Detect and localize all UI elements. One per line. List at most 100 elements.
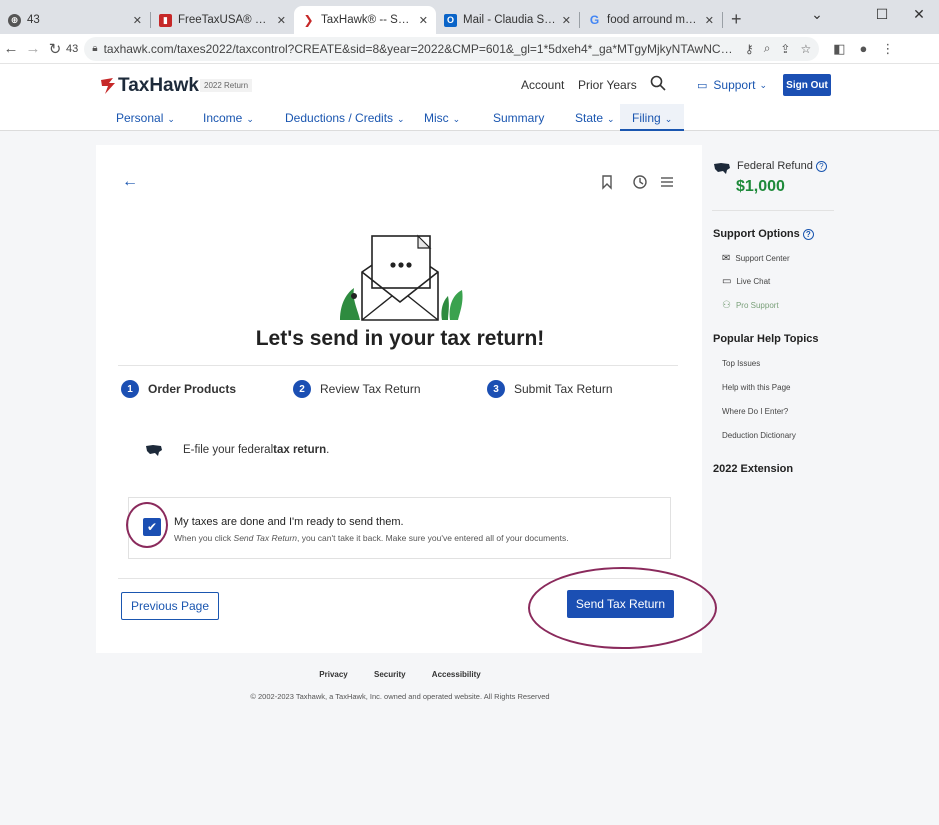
accessibility-link[interactable]: Accessibility	[432, 670, 481, 679]
main-nav: Personal ⌄ Income ⌄ Deductions / Credits ⌄ …	[0, 104, 939, 131]
pro-support-link[interactable]: ⚇ Pro Support	[722, 300, 779, 311]
heading-text: Support Options	[713, 228, 800, 240]
maximize-icon[interactable]: ☐	[862, 0, 902, 28]
url-bar[interactable]: 🔒︎ taxhawk.com/taxes2022/taxcontrol?CREA…	[84, 36, 820, 61]
list-menu-icon[interactable]	[658, 173, 676, 191]
nav-personal[interactable]: Personal ⌄	[116, 111, 175, 125]
globe-icon: ⊕	[8, 13, 21, 27]
menu-kebab-icon[interactable]: ⋮	[881, 41, 894, 57]
efile-text-bold: tax return	[273, 444, 327, 456]
close-window-icon[interactable]: ✕	[899, 0, 939, 28]
reload-icon[interactable]: ↻	[44, 40, 66, 58]
security-link[interactable]: Security	[374, 670, 406, 679]
help-link[interactable]: Top Issues	[722, 359, 760, 368]
chevron-down-icon: ⌄	[664, 114, 673, 124]
refund-amount: $1,000	[736, 178, 785, 195]
efile-text-pre: E-file your federal	[183, 444, 274, 456]
bookmark-icon[interactable]	[598, 173, 616, 191]
help-link[interactable]: Deduction Dictionary	[722, 431, 796, 440]
google-icon: G	[589, 13, 600, 27]
chevron-down-icon: ⌄	[452, 114, 461, 124]
efile-text-post: .	[326, 444, 330, 456]
search-icon[interactable]	[650, 75, 666, 91]
nav-income[interactable]: Income ⌄	[203, 111, 254, 125]
step-number: 3	[487, 380, 505, 398]
browser-tab[interactable]: G food arround me - Gc ✕	[580, 6, 722, 34]
nav-state[interactable]: State ⌄	[575, 111, 615, 125]
browser-address-bar: ← → ↻ 43 🔒︎ taxhawk.com/taxes2022/taxcon…	[0, 34, 939, 64]
step-label: Order Products	[148, 382, 237, 396]
close-icon[interactable]: ✕	[705, 14, 714, 27]
year-badge: 2022 Return	[200, 79, 253, 92]
support-options-heading: Support Options ?	[713, 228, 814, 240]
support-label: Support	[713, 78, 756, 92]
step-review-return: 2 Review Tax Return	[293, 380, 421, 398]
nav-label: Personal	[116, 111, 164, 125]
outlook-icon: O	[444, 13, 457, 27]
history-icon[interactable]	[631, 173, 649, 191]
step-submit-return: 3 Submit Tax Return	[487, 380, 613, 398]
help-icon[interactable]: ?	[815, 160, 827, 172]
extension-link[interactable]: 2022 Extension	[713, 463, 793, 475]
profile-icon[interactable]: ●	[860, 41, 868, 56]
support-center-link[interactable]: ✉ Support Center	[722, 253, 790, 264]
account-link[interactable]: Account	[521, 78, 564, 92]
help-link[interactable]: Help with this Page	[722, 383, 790, 392]
previous-page-button[interactable]: Previous Page	[121, 592, 219, 620]
close-icon[interactable]: ✕	[277, 14, 286, 27]
mail-icon: ✉	[722, 253, 731, 264]
site-header: TaxHawk 2022 Return Account Prior Years …	[0, 66, 939, 104]
privacy-link[interactable]: Privacy	[319, 670, 347, 679]
confirm-note: When you click Send Tax Return, you can'…	[174, 533, 569, 543]
live-chat-link[interactable]: ▭ Live Chat	[722, 276, 770, 287]
help-icon[interactable]: ?	[802, 228, 814, 240]
chevron-down-icon: ⌄	[246, 114, 254, 124]
browser-tab[interactable]: ⊕ 43 ✕	[0, 6, 150, 34]
back-arrow-icon[interactable]: ←	[122, 173, 138, 191]
back-icon[interactable]: ←	[0, 40, 22, 57]
prior-years-link[interactable]: Prior Years	[578, 78, 637, 92]
help-link[interactable]: Where Do I Enter?	[722, 407, 788, 416]
nav-label: Filing	[632, 111, 661, 125]
bookmark-star-icon[interactable]: ☆	[800, 42, 811, 56]
logo-text: TaxHawk	[118, 75, 199, 96]
efile-row: E-file your federal tax return.	[145, 443, 329, 457]
share-icon[interactable]: ⇪	[780, 42, 790, 56]
tab-title: FreeTaxUSA® FREE Ta	[178, 14, 271, 26]
page-title: Let's send in your tax return!	[255, 327, 545, 350]
nav-summary[interactable]: Summary	[493, 111, 544, 125]
url-text: taxhawk.com/taxes2022/taxcontrol?CREATE&…	[103, 41, 735, 56]
support-menu[interactable]: ▭ Support ⌄	[697, 78, 767, 92]
zoom-icon[interactable]: ⌕	[764, 41, 771, 56]
taxhawk-icon: ❯	[303, 13, 314, 27]
new-tab-button[interactable]: +	[731, 9, 742, 30]
envelope-illustration-icon	[340, 234, 463, 321]
forward-icon[interactable]: →	[22, 40, 44, 57]
close-icon[interactable]: ✕	[133, 14, 142, 27]
link-text: Support Center	[735, 254, 790, 263]
key-icon[interactable]: ⚷	[745, 42, 754, 56]
nav-misc[interactable]: Misc ⌄	[424, 111, 460, 125]
sign-out-button[interactable]: Sign Out	[783, 74, 831, 96]
chat-bubble-icon: ▭	[697, 79, 708, 92]
confirm-title: My taxes are done and I'm ready to send …	[174, 516, 404, 528]
refund-label-text: Federal Refund	[737, 160, 813, 172]
tab-search-icon[interactable]: ⌄	[797, 0, 837, 28]
browser-tab[interactable]: ▮ FreeTaxUSA® FREE Ta ✕	[151, 6, 294, 34]
link-text: Live Chat	[736, 277, 771, 286]
divider	[118, 365, 678, 366]
close-icon[interactable]: ✕	[419, 14, 428, 27]
close-icon[interactable]: ✕	[562, 14, 571, 27]
link-text: Pro Support	[735, 301, 779, 310]
note-emphasis: Send Tax Return	[233, 533, 298, 543]
nav-deductions-credits[interactable]: Deductions / Credits ⌄	[285, 111, 405, 125]
extension-icon[interactable]: ◧	[833, 41, 845, 57]
nav-filing[interactable]: Filing ⌄	[620, 104, 685, 131]
note-text: When you click	[174, 533, 234, 543]
hawk-logo-icon	[101, 78, 115, 94]
browser-tab-active[interactable]: ❯ TaxHawk® -- Submit ✕	[294, 6, 436, 34]
divider	[712, 210, 834, 211]
confirm-box	[128, 497, 671, 559]
taxhawk-logo[interactable]: TaxHawk	[100, 75, 199, 97]
browser-tab[interactable]: O Mail - Claudia Sane - ✕	[436, 6, 579, 34]
